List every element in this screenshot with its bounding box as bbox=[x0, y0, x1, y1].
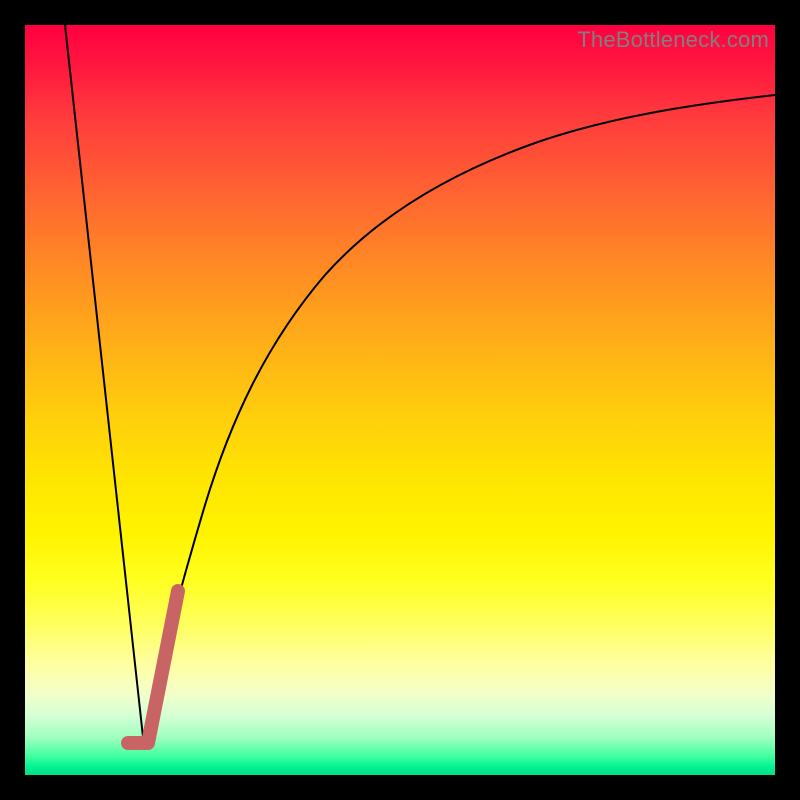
curve-overlay bbox=[25, 25, 775, 775]
left-line bbox=[65, 25, 143, 737]
chart-frame: TheBottleneck.com bbox=[0, 0, 800, 800]
plot-area: TheBottleneck.com bbox=[25, 25, 775, 775]
right-curve bbox=[143, 95, 775, 737]
